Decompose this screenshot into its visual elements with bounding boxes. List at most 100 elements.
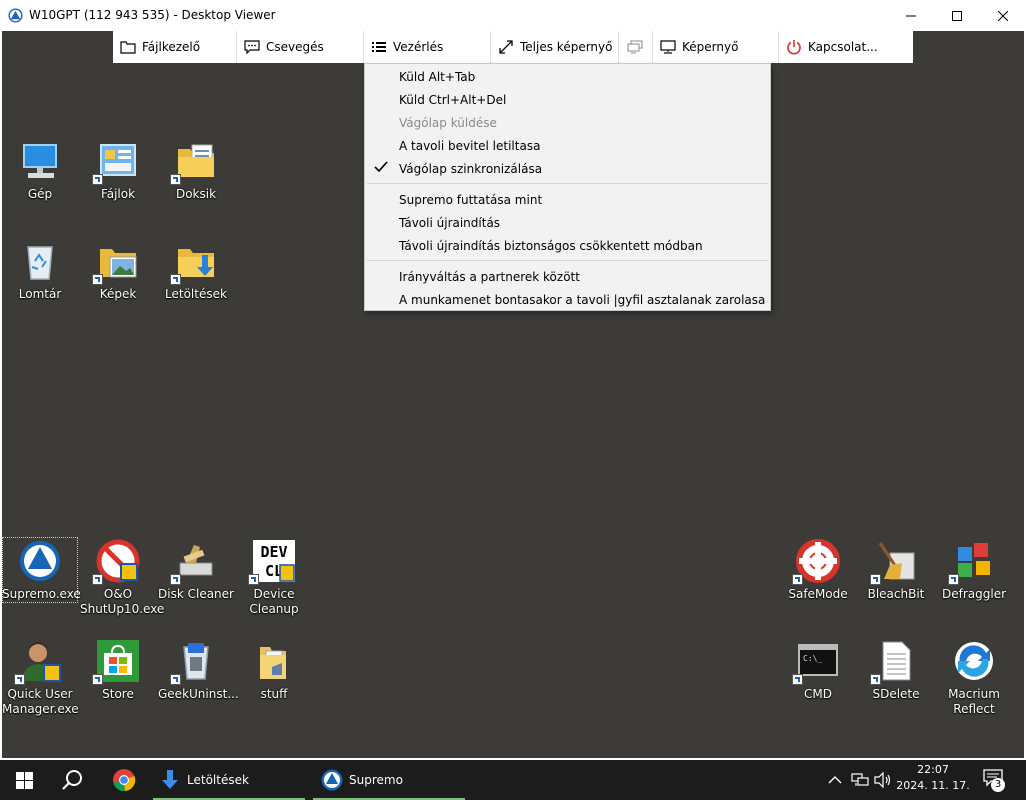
desktop-icon-label: Device Cleanup [249,587,299,616]
toolbar-monitors-button[interactable] [619,31,653,63]
close-button[interactable] [980,0,1026,31]
toolbar-item-label: Vezérlés [393,40,444,54]
desktop-icon-label: SafeMode [788,587,848,601]
title-bar: W10GPT (112 943 535) - Desktop Viewer [0,0,1026,31]
desktop-icon-cmd[interactable]: C:\_ CMD [780,639,856,702]
desktop-icon-macrium-reflect[interactable]: Macrium Reflect [936,639,1012,717]
desktop-icon-gep[interactable]: Gép [2,139,78,202]
show-hidden-icons-button[interactable] [828,760,842,800]
toolbar-chat-button[interactable]: Csevegés [237,31,364,63]
toolbar-file-manager-button[interactable]: Fájlkezelő [113,31,237,63]
clock-date: 2024. 11. 17. [896,779,970,792]
files-icon [92,139,140,185]
desktop-icon-sdelete[interactable]: SDelete [858,639,934,702]
desktop-icon-kepek[interactable]: Képek [80,239,156,302]
desktop-icon-label: Gép [27,187,53,201]
network-icon [851,773,869,786]
shortcut-arrow-icon [92,274,103,285]
safemode-icon [792,539,840,585]
desktop-icon-shutup10[interactable]: O&O ShutUp10.exe [80,539,165,617]
shortcut-arrow-icon [792,574,803,585]
desktop-icon-letoltesek[interactable]: Letöltések [158,239,234,302]
search-button[interactable] [50,760,96,800]
toolbar-item-label: Teljes képernyő [520,40,613,54]
menu-item-send-ctrl-alt-del[interactable]: Küld Ctrl+Alt+Del [399,93,506,107]
list-icon [372,42,386,52]
shortcut-arrow-icon [170,574,181,585]
desktop-icon-label: Disk Cleaner [158,587,234,601]
power-icon [787,40,801,55]
toolbar-screen-button[interactable]: Képernyő [653,31,779,63]
toolbar-connection-button[interactable]: Kapcsolat... [779,31,913,63]
chrome-icon [113,769,136,792]
recycle-bin-icon [18,239,62,283]
downloads-folder-icon [170,239,218,285]
desktop-icon-label: Fájlok [100,187,136,201]
shortcut-arrow-icon [870,574,881,585]
window-title: W10GPT (112 943 535) - Desktop Viewer [29,8,276,22]
desktop-icon-stuff[interactable]: stuff [236,639,312,702]
text-file-icon [870,639,918,685]
menu-item-sync-clipboard[interactable]: Vágólap szinkronizálása [399,162,542,176]
shortcut-arrow-icon [14,674,25,685]
desktop-icon-bleachbit[interactable]: BleachBit [858,539,934,602]
desktop-icon-doksik[interactable]: Doksik [158,139,234,202]
menu-item-remote-restart[interactable]: Távoli újraindítás [399,216,500,230]
clock-time: 22:07 [917,763,949,776]
taskbar-clock[interactable]: 22:07 2024. 11. 17. [893,762,973,794]
notification-icon: 3 [983,769,1005,792]
desktop-icon-label: O&O ShutUp10.exe [80,587,165,616]
supremo-app-icon [8,8,23,23]
desktop-icon-defraggler[interactable]: Defraggler [936,539,1012,602]
shortcut-arrow-icon [92,574,103,585]
shortcut-arrow-icon [248,574,259,585]
menu-item-run-as[interactable]: Supremo futtatása mint [399,193,542,207]
desktop-icon-label: Képek [99,287,137,301]
minimize-button[interactable] [888,0,934,31]
desktop-icon-store[interactable]: Store [80,639,156,702]
desktop-icon-label: Quick User Manager.exe [2,687,79,716]
menu-item-lock-on-disconnect[interactable]: A munkamenet bontasakor a tavoli |gyfil … [399,293,765,307]
user-manager-icon [14,639,62,685]
fullscreen-icon [499,40,513,54]
desktop-icon-geekuninstaller[interactable]: GeekUninst... [158,639,239,702]
desktop-icon-disk-cleaner[interactable]: Disk Cleaner [158,539,234,602]
toolbar-item-label: Kapcsolat... [808,40,878,54]
desktop-icon-label: Letöltések [165,287,227,301]
toolbar-control-button[interactable]: Vezérlés [364,31,491,63]
taskbar-downloads-task[interactable]: Letöltések [153,760,305,800]
svg-text:C:\_: C:\_ [803,654,822,663]
notification-center-button[interactable]: 3 [983,760,1005,800]
desktop-icon-lomtar[interactable]: Lomtár [2,239,78,302]
supremo-icon [18,539,62,583]
desktop-icon-label: BleachBit [867,587,925,601]
network-icon-button[interactable] [851,760,869,800]
toolbar-item-label: Fájlkezelő [142,40,201,54]
menu-item-send-alt-tab[interactable]: Küld Alt+Tab [399,70,475,84]
desktop-icon-label: Defraggler [941,587,1007,601]
desktop-icon-label: GeekUninst... [158,687,239,701]
macrium-reflect-icon [952,639,996,683]
pictures-folder-icon [92,239,140,285]
volume-icon-button[interactable] [874,760,892,800]
geek-uninstaller-icon [170,639,218,685]
desktop-icon-quick-user-manager[interactable]: Quick User Manager.exe [2,639,79,717]
desktop-icon-fajlok[interactable]: Fájlok [80,139,156,202]
taskbar-supremo-task[interactable]: Supremo [313,760,465,800]
computer-icon [18,139,62,183]
desktop-icon-device-cleanup[interactable]: DEV CL Device Cleanup [236,539,312,617]
toolbar-fullscreen-button[interactable]: Teljes képernyő [491,31,619,63]
menu-item-disable-remote-input[interactable]: A tavoli bevitel letiltasa [399,139,540,153]
menu-item-switch-sides[interactable]: Irányváltás a partnerek között [399,270,580,284]
desktop-icon-supremo[interactable]: Supremo.exe [2,537,81,603]
windows-logo-icon [15,771,33,789]
maximize-button[interactable] [934,0,980,31]
menu-item-remote-restart-safe-mode[interactable]: Távoli újraindítás biztonságos csökkente… [399,239,703,253]
svg-text:DEV: DEV [260,543,287,561]
folder-icon [120,41,136,54]
desktop-icon-safemode[interactable]: SafeMode [780,539,856,602]
start-button[interactable] [0,760,48,800]
folder-icon [252,639,296,683]
taskbar-chrome-button[interactable] [100,760,148,800]
toolbar-item-label: Képernyő [682,40,739,54]
